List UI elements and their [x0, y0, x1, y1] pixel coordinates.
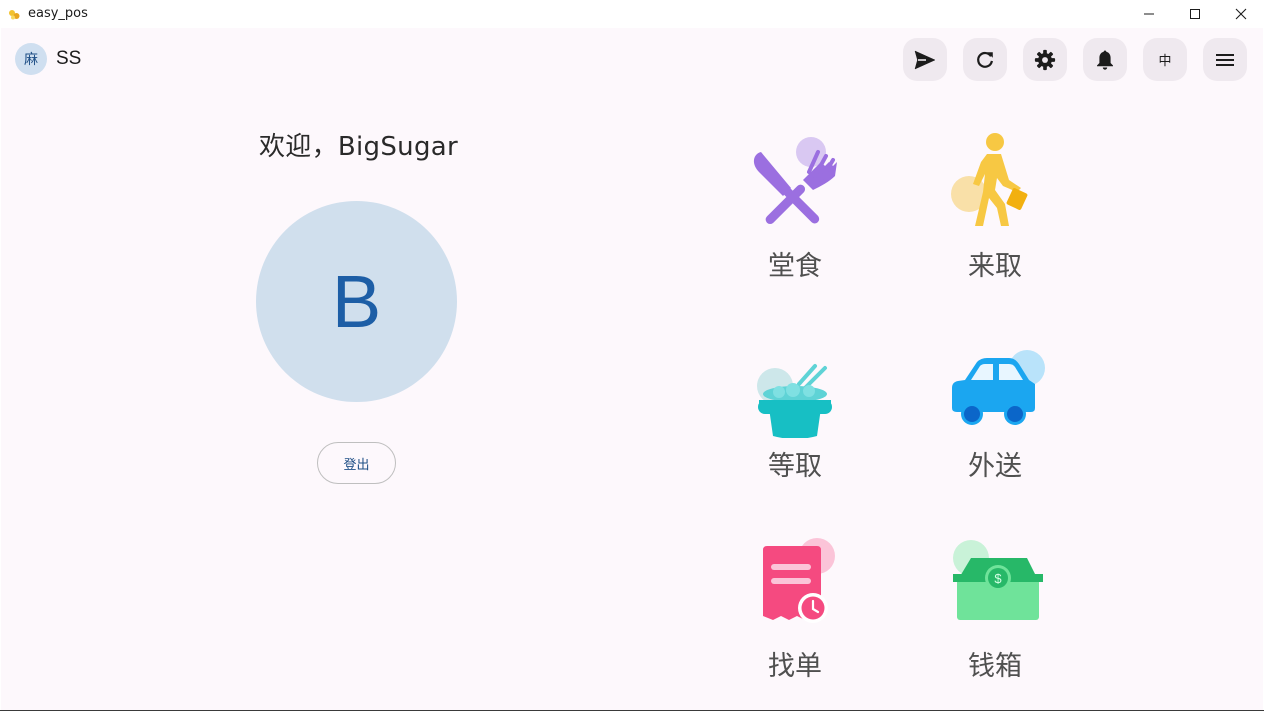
tile-label: 找单 [768, 651, 822, 682]
user-avatar[interactable]: 麻 [15, 43, 47, 75]
tile-label: 堂食 [768, 251, 822, 282]
send-button[interactable] [903, 38, 947, 81]
refresh-icon [977, 51, 993, 68]
tile-cash-box[interactable]: $ 钱箱 [925, 528, 1065, 698]
refresh-button[interactable] [963, 38, 1007, 81]
menu-button[interactable] [1203, 38, 1247, 81]
menu-icon [1216, 53, 1234, 66]
bell-icon [1097, 50, 1113, 70]
logout-button[interactable]: 登出 [317, 442, 396, 484]
cash-box-icon: $ [953, 540, 1043, 620]
settings-button[interactable] [1023, 38, 1067, 81]
minimize-button[interactable] [1126, 0, 1172, 28]
app-body: 麻 SS 中 欢迎，BigSugar B 登出 堂食 来取 等取 外送 找单 $… [1, 28, 1263, 710]
send-icon [914, 50, 936, 69]
profile-avatar: B [256, 201, 457, 402]
gear-icon [1034, 49, 1056, 70]
svg-text:$: $ [994, 571, 1002, 586]
notifications-button[interactable] [1083, 38, 1127, 81]
user-name: SS [56, 48, 82, 69]
walking-person-icon [951, 133, 1028, 226]
tile-label: 等取 [768, 451, 822, 482]
tile-wait-pickup[interactable]: 等取 [725, 328, 865, 498]
title-bar: easy_pos [0, 0, 1264, 28]
tile-find-order[interactable]: 找单 [725, 528, 865, 698]
tile-label: 来取 [968, 251, 1022, 282]
window-title: easy_pos [28, 6, 88, 21]
fork-knife-icon [753, 137, 837, 225]
car-icon [952, 350, 1045, 425]
receipt-clock-icon [763, 538, 835, 623]
tile-pickup[interactable]: 来取 [925, 128, 1065, 298]
rice-bowl-icon [757, 364, 832, 438]
tile-delivery[interactable]: 外送 [925, 328, 1065, 498]
tile-dine-in[interactable]: 堂食 [725, 128, 865, 298]
language-toggle[interactable]: 中 [1143, 38, 1187, 81]
tile-label: 外送 [968, 451, 1022, 482]
close-button[interactable] [1218, 0, 1264, 28]
tile-label: 钱箱 [968, 651, 1022, 682]
welcome-text: 欢迎，BigSugar [259, 132, 458, 162]
maximize-button[interactable] [1172, 0, 1218, 28]
app-logo-icon [9, 10, 20, 20]
